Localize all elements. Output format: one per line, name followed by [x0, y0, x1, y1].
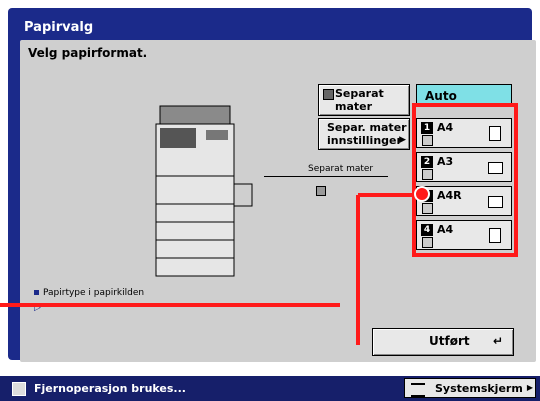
status-bar: Fjernoperasjon brukes... Systemskjerm ▶: [0, 376, 540, 401]
paper-type-note: Papirtype i papirkilden: [34, 288, 144, 298]
done-button[interactable]: Utført ↵: [372, 328, 514, 356]
bypass-tray-button[interactable]: Separat mater: [318, 84, 410, 116]
remote-operation-icon: [12, 382, 26, 396]
chevron-right-icon: ▶: [399, 135, 406, 145]
system-monitor-button[interactable]: Systemskjerm ▶: [404, 378, 536, 398]
bypass-settings-button[interactable]: Separ. mater innstillinger ▶: [318, 118, 410, 150]
done-label: Utført: [429, 334, 470, 348]
dialog-title: Papirvalg: [24, 20, 94, 35]
enter-icon: ↵: [492, 334, 503, 348]
list-icon: [411, 383, 425, 397]
highlight-dot: [414, 186, 430, 202]
diagram-label: Separat mater: [308, 164, 374, 174]
bypass-icon: [323, 89, 334, 100]
square-bullet-icon: [34, 290, 39, 295]
instruction-text: Velg papirformat.: [28, 46, 148, 60]
dialog-frame: Papirvalg Velg papirformat. Separat mate…: [8, 8, 536, 362]
settings-label-1: Separ. mater: [327, 121, 407, 134]
tray-pointer-line: [264, 176, 388, 177]
content-panel: Velg papirformat. Separat mater Separat …: [20, 40, 536, 362]
system-button-label: Systemskjerm: [435, 382, 523, 395]
highlight-box: [412, 103, 518, 257]
bypass-label-1: Separat: [335, 87, 384, 100]
bypass-label-2: mater: [335, 100, 373, 113]
settings-label-2: innstillinger: [327, 134, 402, 147]
bypass-tray-icon: [316, 186, 326, 196]
highlight-connector: [356, 195, 360, 345]
highlight-connector: [0, 303, 340, 307]
status-message: Fjernoperasjon brukes...: [34, 382, 186, 395]
chevron-right-icon: ▶: [526, 383, 533, 392]
copier-illustration: [155, 105, 253, 277]
highlight-connector: [358, 193, 416, 197]
